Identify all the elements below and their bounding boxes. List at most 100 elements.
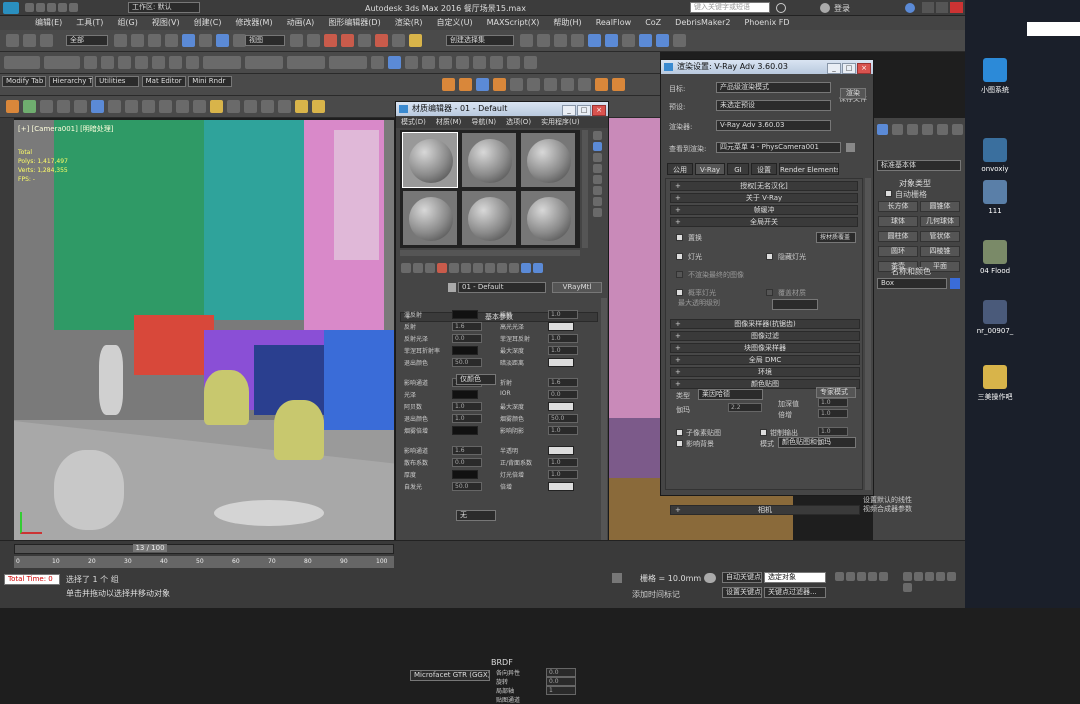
mat-color-swatch-9[interactable] <box>548 358 574 367</box>
stop-icon[interactable] <box>544 78 557 91</box>
select-move-icon[interactable] <box>182 34 195 47</box>
schematic-icon[interactable] <box>605 34 618 47</box>
uv-tiling-icon[interactable] <box>593 164 602 173</box>
rs-tab-3[interactable]: 设置 <box>751 163 777 175</box>
play-anim-icon[interactable] <box>857 572 866 581</box>
mat-value-field-16[interactable]: 1.0 <box>452 414 482 423</box>
go-start-icon[interactable] <box>835 572 844 581</box>
material-type-button[interactable]: VRayMtl <box>552 282 602 293</box>
select-by-mtl-icon[interactable] <box>593 208 602 217</box>
rs-rollout-mid-0[interactable]: 图像采样器(抗锯齿) <box>670 319 860 329</box>
tool-2-icon[interactable] <box>44 56 80 69</box>
add-time-tag[interactable]: 添加时间标记 <box>632 589 680 600</box>
show-end-result-icon[interactable] <box>509 263 519 273</box>
auto-key-button[interactable]: 自动关键点 <box>722 572 762 583</box>
percent-snap-icon[interactable] <box>358 34 371 47</box>
show-map-icon[interactable] <box>497 263 507 273</box>
search-input[interactable]: 键入关键字或短语 <box>690 2 770 13</box>
rs-close-button[interactable]: × <box>857 63 871 74</box>
zoom-extents-icon[interactable] <box>925 572 934 581</box>
video-check-icon[interactable] <box>593 175 602 184</box>
pan-icon[interactable] <box>947 572 956 581</box>
channel-combo[interactable]: 仅颜色 <box>456 374 496 385</box>
menu-item-15[interactable]: Phoenix FD <box>737 16 796 30</box>
tool-12-icon[interactable] <box>287 56 325 69</box>
options-icon[interactable] <box>593 197 602 206</box>
mat-menu-item-1[interactable]: 材质(M) <box>431 117 467 128</box>
render-production-icon[interactable] <box>673 34 686 47</box>
tool-22-icon[interactable] <box>507 56 520 69</box>
material-slot-2[interactable] <box>461 132 517 188</box>
tool-p-icon[interactable] <box>295 100 308 113</box>
close-button[interactable] <box>950 2 963 13</box>
menu-item-7[interactable]: 图形编辑器(D) <box>321 16 387 30</box>
edit-named-sel-icon[interactable] <box>392 34 405 47</box>
tool-14-icon[interactable] <box>371 56 384 69</box>
material-slot-3[interactable] <box>520 132 576 188</box>
select-scale-icon[interactable] <box>216 34 229 47</box>
tool-i-icon[interactable] <box>176 100 189 113</box>
select-by-name-icon[interactable] <box>131 34 144 47</box>
desktop-app-icon-1[interactable] <box>983 138 1007 162</box>
save-file-icon[interactable] <box>47 3 56 12</box>
rs-rollout-top-0[interactable]: 授权[无名汉化] <box>670 181 858 191</box>
mat-value-field-1[interactable]: 1.0 <box>548 310 578 319</box>
vray-frame-buffer-icon[interactable] <box>442 78 455 91</box>
dont-render-final-checkbox[interactable] <box>676 271 683 278</box>
fov-icon[interactable] <box>936 572 945 581</box>
material-slot-1[interactable] <box>402 132 458 188</box>
mirror-tool-icon[interactable] <box>520 34 533 47</box>
play-icon[interactable] <box>527 78 540 91</box>
redo-icon[interactable] <box>69 3 78 12</box>
desktop-app-icon-4[interactable] <box>983 300 1007 324</box>
tool-19-icon[interactable] <box>456 56 469 69</box>
tool-9-icon[interactable] <box>186 56 199 69</box>
primitive-button-4[interactable]: 圆柱体 <box>878 231 918 242</box>
render-setup-icon[interactable] <box>639 34 652 47</box>
mat-menu-item-3[interactable]: 选项(O) <box>501 117 536 128</box>
desktop-app-label-2[interactable]: 111 <box>965 207 1025 215</box>
mat-color-swatch-15[interactable] <box>548 402 574 411</box>
tool-m-icon[interactable] <box>244 100 257 113</box>
mat-value-field-25[interactable]: 1.0 <box>548 470 578 479</box>
rs-rollout-mid-4[interactable]: 环境 <box>670 367 860 377</box>
renderer-combo[interactable]: V-Ray Adv 3.60.03 <box>716 120 831 131</box>
clamp-checkbox[interactable] <box>760 429 767 436</box>
ribbon-icon[interactable] <box>571 34 584 47</box>
mat-color-swatch-24[interactable] <box>452 470 478 479</box>
primitive-button-0[interactable]: 长方体 <box>878 201 918 212</box>
rs-tab-4[interactable]: Render Elements <box>779 163 839 175</box>
tool-1-icon[interactable] <box>4 56 40 69</box>
window-crossing-icon[interactable] <box>165 34 178 47</box>
graphite-tool-icon[interactable] <box>6 100 19 113</box>
tool-q-icon[interactable] <box>312 100 325 113</box>
mat-value-field-19[interactable]: 1.0 <box>548 426 578 435</box>
menu-item-8[interactable]: 渲染(R) <box>388 16 430 30</box>
tool-d-icon[interactable] <box>91 100 104 113</box>
max-logo-icon[interactable] <box>3 2 19 14</box>
orbit-icon[interactable] <box>903 583 912 592</box>
sample-slot-scrollbar[interactable] <box>582 130 588 248</box>
minimize-button[interactable] <box>922 2 934 13</box>
desktop-app-label-0[interactable]: 小图系统 <box>965 85 1025 95</box>
put-to-scene-icon[interactable] <box>413 263 423 273</box>
material-slot-5[interactable] <box>461 190 517 246</box>
tool-3-icon[interactable] <box>84 56 97 69</box>
camera-rollout[interactable]: 相机 <box>670 505 860 515</box>
translucency-combo[interactable]: 无 <box>456 510 496 521</box>
material-slot-4[interactable] <box>402 190 458 246</box>
selected-combo[interactable]: 选定对象 <box>764 572 826 583</box>
tool-a-icon[interactable] <box>40 100 53 113</box>
mat-menu-item-2[interactable]: 导航(N) <box>466 117 501 128</box>
tool-4-icon[interactable] <box>101 56 114 69</box>
h-scrollbar[interactable] <box>400 250 580 256</box>
go-end-icon[interactable] <box>879 572 888 581</box>
frame-indicator[interactable]: 13 / 100 <box>133 544 167 552</box>
link-icon[interactable] <box>6 34 19 47</box>
tab-mini-render[interactable]: Mini Rndr <box>188 76 233 87</box>
rendered-frame-icon[interactable] <box>656 34 669 47</box>
tool-b-icon[interactable] <box>57 100 70 113</box>
make-unique-icon[interactable] <box>461 263 471 273</box>
menu-item-14[interactable]: DebrisMaker2 <box>668 16 737 30</box>
reference-coord-combo[interactable]: 视图 <box>245 35 285 46</box>
